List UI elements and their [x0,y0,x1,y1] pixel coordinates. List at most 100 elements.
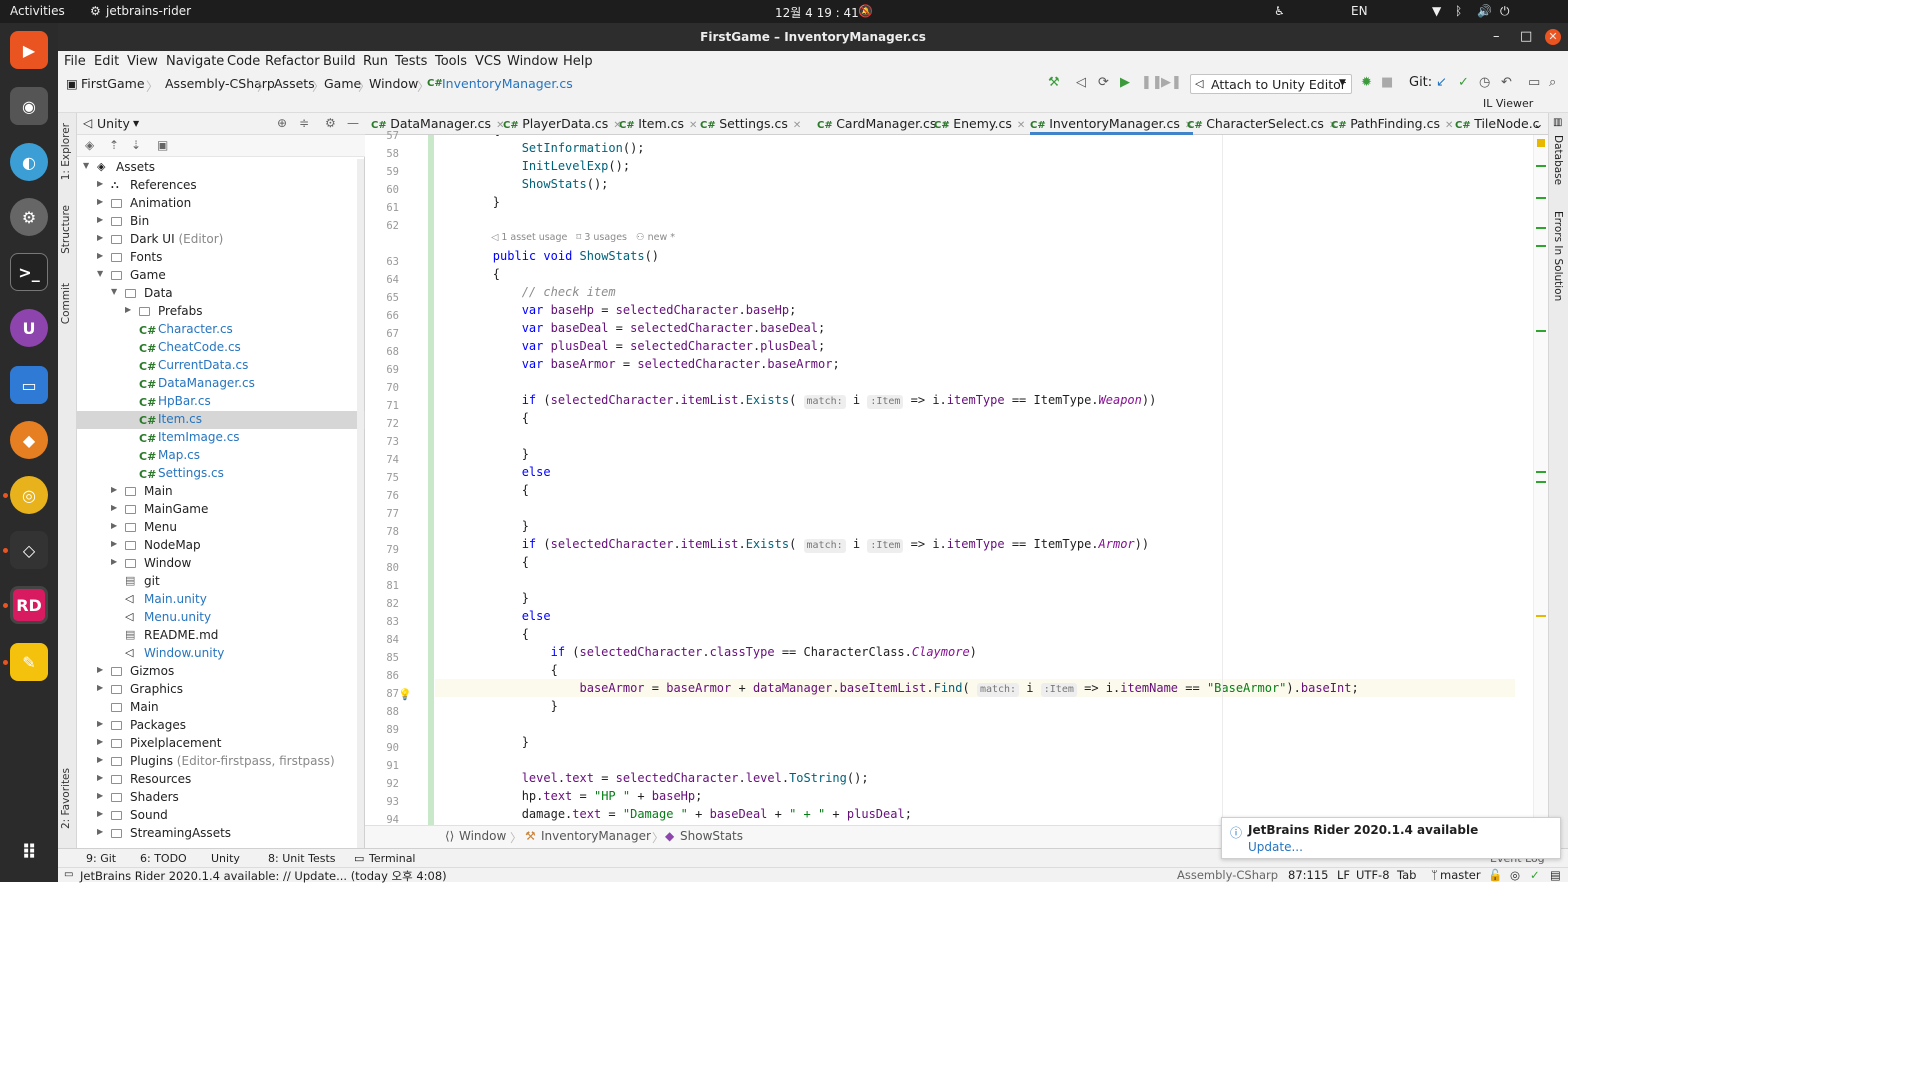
close-button[interactable]: ✕ [1545,29,1561,45]
breadcrumb-project[interactable]: FirstGame [81,76,145,91]
view-selector[interactable]: Unity [97,116,130,131]
close-tab-icon[interactable]: ✕ [1017,120,1025,131]
menu-refactor[interactable]: Refactor [265,54,320,69]
tab-unit-tests[interactable]: 8: Unit Tests [268,852,335,865]
chevron-right-icon[interactable]: ▶ [97,251,103,260]
code-line[interactable]: // check item [435,283,616,301]
code-vision-hint[interactable]: ◁ 1 asset usage ⌑ 3 usages ⚇ new * [491,229,675,247]
update-notification[interactable]: ⓘ JetBrains Rider 2020.1.4 available Upd… [1221,817,1561,859]
memory-icon[interactable]: ▤ [1550,868,1561,882]
crumb-method[interactable]: ShowStats [680,829,743,843]
menu-build[interactable]: Build [323,54,356,69]
git-history-icon[interactable]: ◷ [1479,75,1490,90]
editor-tab[interactable]: C# InventoryManager.cs ✕ [1030,116,1194,135]
tree-item[interactable]: ▶ Shaders [77,789,365,807]
breadcrumb-game[interactable]: Game [324,76,361,91]
lock-icon[interactable]: 🔓 [1488,868,1502,882]
run-config-select[interactable]: ◁ Attach to Unity Editor ▼ [1190,74,1352,94]
tab-todo[interactable]: 6: TODO [140,852,187,865]
menu-view[interactable]: View [127,54,158,69]
line-ending[interactable]: LF [1337,868,1350,882]
chevron-right-icon[interactable]: ▶ [97,809,103,818]
tree-item[interactable]: ▤ README.md [77,627,365,645]
chevron-down-icon[interactable]: ▼ [83,161,89,170]
update-link[interactable]: Update... [1248,840,1303,854]
chevron-right-icon[interactable]: ▶ [97,773,103,782]
tree-item[interactable]: ▶ Resources [77,771,365,789]
active-app-label[interactable]: jetbrains-rider [106,4,191,18]
close-tab-icon[interactable]: ✕ [1445,120,1453,131]
code-line[interactable]: { [435,409,529,427]
chevron-down-icon[interactable]: ▼ [111,287,117,296]
tree-item[interactable]: ▼ Data [77,285,365,303]
tree-item[interactable]: C# Map.cs [77,447,365,465]
collapse-all-icon[interactable]: ≑ [299,116,309,130]
tree-item[interactable]: ▶ ⛬ References [77,177,365,195]
indent-type[interactable]: Tab [1397,868,1416,882]
layout-icon[interactable]: ▭ [1528,75,1540,90]
gitkraken-icon[interactable]: ◆ [10,421,48,459]
run-icon[interactable]: ▶ [1120,75,1130,90]
chevron-right-icon[interactable]: ▶ [97,665,103,674]
maximize-button[interactable]: □ [1520,23,1532,51]
code-line[interactable]: { [435,625,529,643]
settings-icon[interactable]: ⚙ [10,198,48,236]
terminal-icon[interactable]: >_ [10,253,48,291]
debug-icon[interactable]: ✹ [1361,75,1372,90]
tree-item[interactable]: C# CurrentData.cs [77,357,365,375]
editor-tab[interactable]: C# Settings.cs ✕ [700,116,801,131]
rider-icon[interactable]: RD [10,586,48,624]
code-line[interactable]: level.text = selectedCharacter.level.ToS… [435,769,869,787]
hide-icon[interactable]: — [347,116,359,130]
code-line[interactable]: { [435,481,529,499]
screenshot-tool-icon[interactable]: ◉ [10,87,48,125]
unity-explorer-icon[interactable]: ◈ [85,138,94,152]
git-commit-icon[interactable]: ✓ [1458,75,1469,90]
tree-item[interactable]: C# Item.cs [77,411,365,429]
chevron-right-icon[interactable]: ▶ [97,791,103,800]
git-update-icon[interactable]: ↙ [1436,75,1447,90]
show-apps-icon[interactable]: ⠿ [10,833,48,871]
code-line[interactable]: { [435,661,558,679]
tree-item[interactable]: ▶ Bin [77,213,365,231]
tree-item[interactable]: ▶ Window [77,555,365,573]
error-stripe[interactable] [1533,135,1548,825]
code-line[interactable]: if (selectedCharacter.itemList.Exists( m… [435,535,1149,553]
menu-file[interactable]: File [64,54,86,69]
code-line[interactable]: var baseHp = selectedCharacter.baseHp; [435,301,797,319]
step-icon[interactable]: ▶❚ [1161,75,1182,90]
tree-item[interactable]: ▶ Main [77,483,365,501]
tree-item[interactable]: C# Character.cs [77,321,365,339]
chevron-right-icon[interactable]: ▶ [97,737,103,746]
tab-favorites[interactable]: 2: Favorites [60,768,72,829]
tree-item[interactable]: C# HpBar.cs [77,393,365,411]
editor-tab[interactable]: C# TileNode.c [1455,116,1540,131]
media-player-icon[interactable]: ▶ [10,31,48,69]
close-tab-icon[interactable]: ✕ [689,120,697,131]
pause-icon[interactable]: ❚❚ [1141,75,1163,90]
tree-item[interactable]: C# CheatCode.cs [77,339,365,357]
code-line[interactable]: } [435,697,558,715]
tree-item[interactable]: ▶ Packages [77,717,365,735]
menu-tests[interactable]: Tests [395,54,427,69]
menu-navigate[interactable]: Navigate [166,54,224,69]
tree-item[interactable]: ▶ Gizmos [77,663,365,681]
chevron-down-icon[interactable]: ⌄ [1533,116,1543,131]
editor-tab[interactable]: C# Item.cs ✕ [619,116,697,131]
menu-edit[interactable]: Edit [94,54,119,69]
code-line[interactable]: } [435,517,529,535]
tree-item[interactable]: Main [77,699,365,717]
tab-structure[interactable]: Structure [60,205,72,254]
tab-database[interactable]: Database [1552,135,1564,185]
code-line[interactable]: hp.text = "HP " + baseHp; [435,787,703,805]
chevron-right-icon[interactable]: ▶ [97,719,103,728]
chevron-right-icon[interactable]: ▶ [97,197,103,206]
tree-item[interactable]: ◁ Window.unity [77,645,365,663]
tree-item[interactable]: ▶ Sound [77,807,365,825]
chrome-icon[interactable]: ◎ [10,476,48,514]
tree-item[interactable]: ▶ NodeMap [77,537,365,555]
language-indicator[interactable]: EN [1351,4,1368,18]
tree-item[interactable]: C# ItemImage.cs [77,429,365,447]
tree-item[interactable]: ▶ Fonts [77,249,365,267]
accessibility-icon[interactable]: ♿ [1274,4,1285,18]
